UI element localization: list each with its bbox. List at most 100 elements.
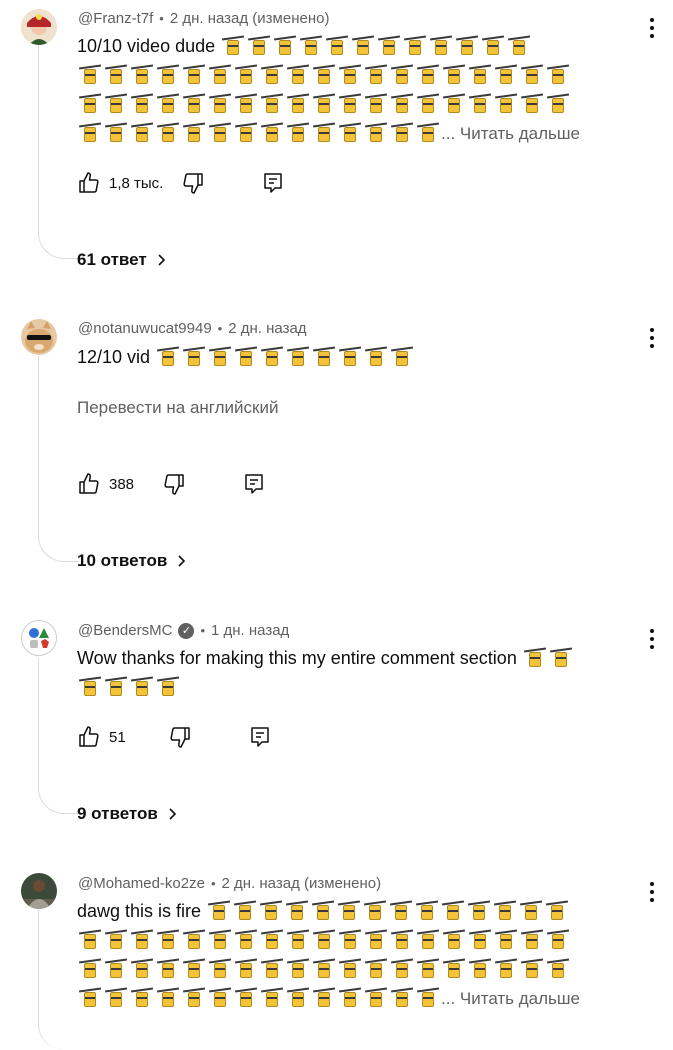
replies-count: 61 ответ [77, 250, 147, 269]
comment-actions: 1,8 тыс. [77, 171, 285, 195]
aerial-tramway-icon [187, 123, 201, 142]
aerial-tramway-icon [525, 94, 539, 113]
author-name[interactable]: @Franz-t7f [78, 10, 153, 27]
aerial-tramway-icon [420, 901, 434, 920]
comment-actions: 388 [77, 472, 266, 496]
aerial-tramway-icon [551, 65, 565, 84]
aerial-tramway-icon [551, 959, 565, 978]
comment-meta: @notanuwucat9949 • 2 дн. назад [78, 320, 307, 337]
like-button[interactable] [77, 171, 101, 195]
aerial-tramway-icon [486, 36, 500, 55]
thread-line [38, 356, 79, 562]
like-count: 1,8 тыс. [109, 174, 164, 192]
avatar-image [29, 628, 49, 648]
aerial-tramway-icon [343, 988, 357, 1007]
aerial-tramway-icon [499, 94, 513, 113]
aerial-tramway-icon [317, 930, 331, 949]
emoji-run [77, 94, 571, 114]
aerial-tramway-icon [161, 677, 175, 696]
like-button[interactable] [77, 725, 101, 749]
emoji-run [220, 36, 532, 56]
aerial-tramway-icon [135, 65, 149, 84]
aerial-tramway-icon [161, 123, 175, 142]
aerial-tramway-icon [368, 901, 382, 920]
aerial-tramway-icon [239, 988, 253, 1007]
like-button[interactable] [77, 472, 101, 496]
reply-button[interactable] [261, 171, 285, 195]
aerial-tramway-icon [472, 901, 486, 920]
avatar[interactable] [21, 9, 57, 45]
emoji-run [77, 930, 571, 950]
dislike-button[interactable] [181, 171, 205, 195]
view-replies-button[interactable]: 9 ответов [77, 804, 180, 824]
author-name[interactable]: @Mohamed-ko2ze [78, 875, 205, 892]
avatar[interactable] [21, 873, 57, 909]
comment-text-content: dawg this is fire [77, 901, 202, 921]
reply-button[interactable] [248, 725, 272, 749]
aerial-tramway-icon [343, 123, 357, 142]
read-more-link[interactable]: ... Читать дальше [441, 124, 580, 143]
aerial-tramway-icon [382, 36, 396, 55]
emoji-run [77, 959, 571, 979]
dislike-button[interactable] [162, 472, 186, 496]
timestamp[interactable]: 2 дн. назад (изменено) [222, 875, 382, 892]
separator-dot: • [210, 876, 216, 891]
more-options-icon[interactable] [649, 629, 655, 649]
aerial-tramway-icon [394, 901, 408, 920]
author-name[interactable]: @notanuwucat9949 [78, 320, 212, 337]
thumbs-down-icon [170, 727, 190, 748]
aerial-tramway-icon [330, 36, 344, 55]
like-count: 388 [109, 475, 135, 493]
timestamp[interactable]: 1 дн. назад [211, 622, 289, 639]
timestamp[interactable]: 2 дн. назад (изменено) [170, 10, 330, 27]
dislike-button[interactable] [168, 725, 192, 749]
emoji-run [206, 901, 570, 921]
thumbs-up-icon [79, 172, 99, 193]
aerial-tramway-icon [447, 930, 461, 949]
aerial-tramway-icon [239, 123, 253, 142]
aerial-tramway-icon [291, 988, 305, 1007]
timestamp[interactable]: 2 дн. назад [228, 320, 306, 337]
aerial-tramway-icon [524, 901, 538, 920]
aerial-tramway-icon [291, 930, 305, 949]
read-more-link[interactable]: ... Читать дальше [441, 989, 580, 1008]
aerial-tramway-icon [265, 123, 279, 142]
more-options-icon[interactable] [649, 882, 655, 902]
aerial-tramway-icon [264, 901, 278, 920]
aerial-tramway-icon [421, 65, 435, 84]
aerial-tramway-icon [213, 65, 227, 84]
aerial-tramway-icon [356, 36, 370, 55]
view-replies-button[interactable]: 10 ответов [77, 551, 189, 571]
aerial-tramway-icon [212, 901, 226, 920]
comment-text: 12/10 vid [77, 343, 627, 372]
comment-text-content: 12/10 vid [77, 347, 151, 367]
emoji-run [77, 123, 441, 143]
separator-dot: • [159, 11, 164, 26]
aerial-tramway-icon [499, 930, 513, 949]
emoji-run [155, 347, 415, 367]
aerial-tramway-icon [83, 65, 97, 84]
view-replies-button[interactable]: 61 ответ [77, 250, 169, 270]
aerial-tramway-icon [135, 930, 149, 949]
translate-link[interactable]: Перевести на английский [77, 398, 278, 418]
more-options-icon[interactable] [649, 328, 655, 348]
reply-button[interactable] [242, 472, 266, 496]
chevron-right-icon [178, 555, 186, 567]
aerial-tramway-icon [187, 930, 201, 949]
aerial-tramway-icon [421, 94, 435, 113]
replies-count: 10 ответов [77, 551, 168, 570]
author-name[interactable]: @BendersMC [78, 622, 172, 639]
avatar[interactable] [21, 620, 57, 656]
aerial-tramway-icon [421, 930, 435, 949]
aerial-tramway-icon [252, 36, 266, 55]
aerial-tramway-icon [83, 988, 97, 1007]
aerial-tramway-icon [83, 123, 97, 142]
separator-dot: • [217, 321, 223, 336]
aerial-tramway-icon [135, 677, 149, 696]
more-options-icon[interactable] [649, 18, 655, 38]
aerial-tramway-icon [291, 347, 305, 366]
aerial-tramway-icon [343, 347, 357, 366]
aerial-tramway-icon [395, 65, 409, 84]
aerial-tramway-icon [395, 930, 409, 949]
avatar[interactable] [21, 319, 57, 355]
